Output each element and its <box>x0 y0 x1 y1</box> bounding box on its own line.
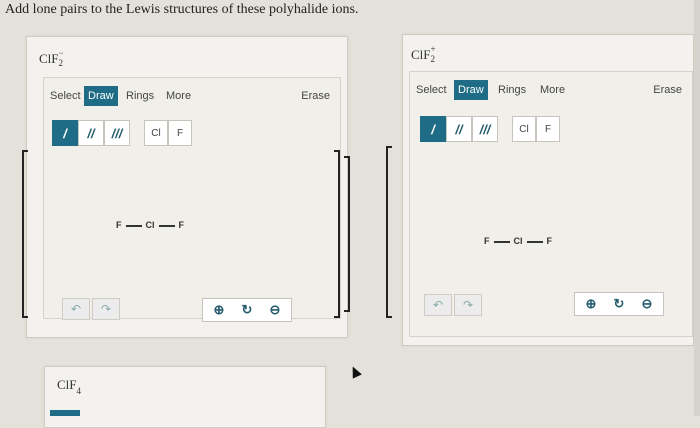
right-bracket-outer <box>344 156 350 312</box>
reset-zoom-icon[interactable]: ↻ <box>233 299 261 321</box>
formula-label: ClF +2 <box>411 44 438 65</box>
atom-cl[interactable]: Cl <box>146 220 155 230</box>
formula-base: ClF <box>411 47 431 62</box>
redo-icon[interactable]: ↷ <box>92 298 120 320</box>
zoom-out-icon[interactable]: ⊖ <box>261 299 289 321</box>
left-bracket <box>386 146 392 318</box>
formula-subscript: 4 <box>76 385 82 396</box>
structure-editor[interactable]: Select Draw Rings More Erase / // /// Cl… <box>409 71 693 337</box>
formula-label: ClF4 <box>57 377 82 396</box>
formula-base: ClF <box>39 51 59 66</box>
double-bond-button[interactable]: // <box>446 116 472 142</box>
formula-label: ClF −2 <box>39 48 66 69</box>
atom-f-left[interactable]: F <box>484 236 490 246</box>
zoom-in-icon[interactable]: ⊕ <box>577 293 605 315</box>
draw-tab[interactable]: Draw <box>454 80 488 100</box>
rings-tab[interactable]: Rings <box>122 86 158 106</box>
formula-subscript: 2 <box>58 58 64 69</box>
atom-cl-button[interactable]: Cl <box>512 116 536 142</box>
draw-tab[interactable]: Draw <box>84 86 118 106</box>
mouse-cursor-icon <box>348 364 362 379</box>
question-panel-clf2-plus: ClF +2 Select Draw Rings More Erase / // … <box>402 34 694 346</box>
atom-cl-button[interactable]: Cl <box>144 120 168 146</box>
zoom-out-icon[interactable]: ⊖ <box>633 293 661 315</box>
formula-charge: + <box>430 44 436 55</box>
more-tab[interactable]: More <box>162 86 195 106</box>
single-bond-button[interactable]: / <box>52 120 78 146</box>
structure-editor[interactable]: Select Draw Rings More Erase / // /// Cl… <box>43 77 341 322</box>
single-bond-button[interactable]: / <box>420 116 446 142</box>
formula-charge: − <box>58 48 64 59</box>
bond-right[interactable] <box>526 240 543 243</box>
zoom-in-icon[interactable]: ⊕ <box>205 299 233 321</box>
left-bracket <box>22 150 28 318</box>
redo-icon[interactable]: ↷ <box>454 294 482 316</box>
rings-tab[interactable]: Rings <box>494 80 530 100</box>
atom-f-right[interactable]: F <box>547 236 553 246</box>
bond-left[interactable] <box>125 224 142 227</box>
formula-subscript: 2 <box>430 54 436 65</box>
reset-zoom-icon[interactable]: ↻ <box>605 293 633 315</box>
undo-icon[interactable]: ↶ <box>424 294 452 316</box>
bond-left[interactable] <box>493 240 510 243</box>
instruction-text: Add lone pairs to the Lewis structures o… <box>5 2 359 17</box>
erase-button[interactable]: Erase <box>297 86 334 106</box>
editor-toolbar: Select Draw Rings More Erase <box>410 72 692 106</box>
lewis-structure[interactable]: F Cl F <box>116 220 184 230</box>
select-tab[interactable]: Select <box>412 80 451 100</box>
question-panel-clf4: ClF4 <box>44 366 326 428</box>
right-bracket <box>334 150 340 318</box>
bond-right[interactable] <box>158 224 175 227</box>
triple-bond-button[interactable]: /// <box>472 116 498 142</box>
atom-f-right[interactable]: F <box>179 220 185 230</box>
window-edge <box>694 0 700 416</box>
draw-tab-partial[interactable] <box>50 410 80 416</box>
atom-cl[interactable]: Cl <box>514 236 523 246</box>
zoom-controls: ⊕ ↻ ⊖ <box>574 292 664 316</box>
erase-button[interactable]: Erase <box>649 80 686 100</box>
formula-base: ClF <box>57 377 77 392</box>
question-panel-clf2-minus: ClF −2 Select Draw Rings More Erase / // … <box>26 36 348 338</box>
atom-f-left[interactable]: F <box>116 220 122 230</box>
more-tab[interactable]: More <box>536 80 569 100</box>
double-bond-button[interactable]: // <box>78 120 104 146</box>
atom-f-button[interactable]: F <box>536 116 560 142</box>
undo-icon[interactable]: ↶ <box>62 298 90 320</box>
editor-toolbar: Select Draw Rings More Erase <box>44 78 340 112</box>
triple-bond-button[interactable]: /// <box>104 120 130 146</box>
atom-f-button[interactable]: F <box>168 120 192 146</box>
lewis-structure[interactable]: F Cl F <box>484 236 552 246</box>
zoom-controls: ⊕ ↻ ⊖ <box>202 298 292 322</box>
select-tab[interactable]: Select <box>46 86 85 106</box>
